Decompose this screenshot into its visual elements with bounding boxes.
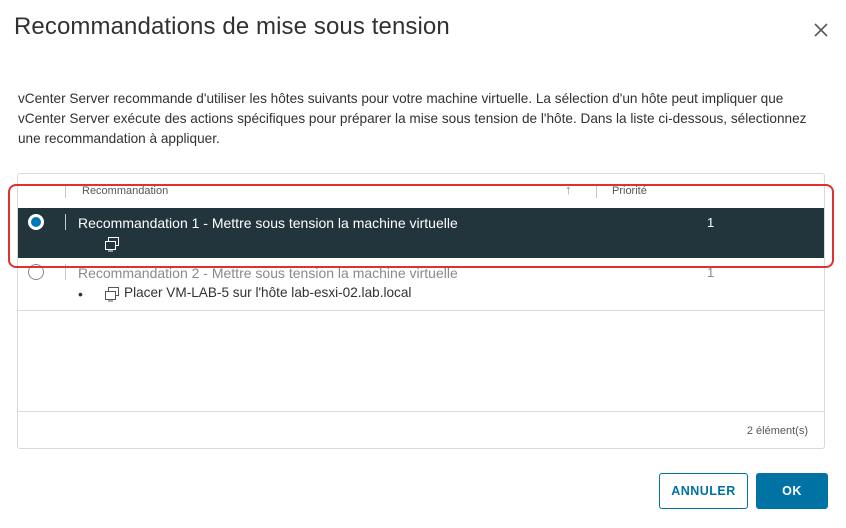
table-row-recommendation-2[interactable]: Recommandation 2 - Mettre sous tension l… — [18, 258, 824, 310]
column-separator[interactable] — [65, 184, 66, 198]
column-header-recommendation[interactable]: Recommandation — [82, 185, 168, 197]
vm-icon — [104, 286, 120, 307]
recommendation-label: Recommandation 1 - Mettre sous tension l… — [78, 215, 458, 231]
radio-button[interactable] — [28, 264, 44, 280]
item-count: 2 élément(s) — [746, 425, 808, 437]
placement-detail: Placer VM-LAB-5 sur l'hôte lab-esxi-02.l… — [124, 285, 412, 300]
close-icon[interactable] — [810, 19, 832, 41]
list-bullet: • — [78, 286, 83, 302]
row-divider — [65, 214, 66, 230]
ok-button[interactable]: OK — [756, 473, 828, 509]
recommendations-grid: Recommandation ↑ Priorité Recommandation… — [17, 173, 825, 449]
recommendation-label: Recommandation 2 - Mettre sous tension l… — [78, 265, 458, 281]
table-row-recommendation-1[interactable]: Recommandation 1 - Mettre sous tension l… — [18, 208, 824, 258]
grid-footer-divider — [18, 411, 824, 412]
column-separator[interactable] — [596, 184, 597, 198]
column-header-priority[interactable]: Priorité — [612, 185, 647, 197]
row-divider — [65, 264, 66, 280]
radio-button-selected[interactable] — [28, 214, 44, 230]
sort-ascending-icon[interactable]: ↑ — [565, 182, 572, 197]
priority-value: 1 — [707, 215, 715, 230]
vm-icon — [104, 236, 120, 257]
dialog-title: Recommandations de mise sous tension — [14, 13, 450, 40]
cancel-button[interactable]: ANNULER — [659, 473, 748, 509]
row-divider-line — [18, 310, 824, 311]
dialog-description: vCenter Server recommande d'utiliser les… — [18, 91, 807, 146]
grid-header: Recommandation ↑ Priorité — [18, 174, 824, 208]
priority-value: 1 — [707, 265, 715, 280]
